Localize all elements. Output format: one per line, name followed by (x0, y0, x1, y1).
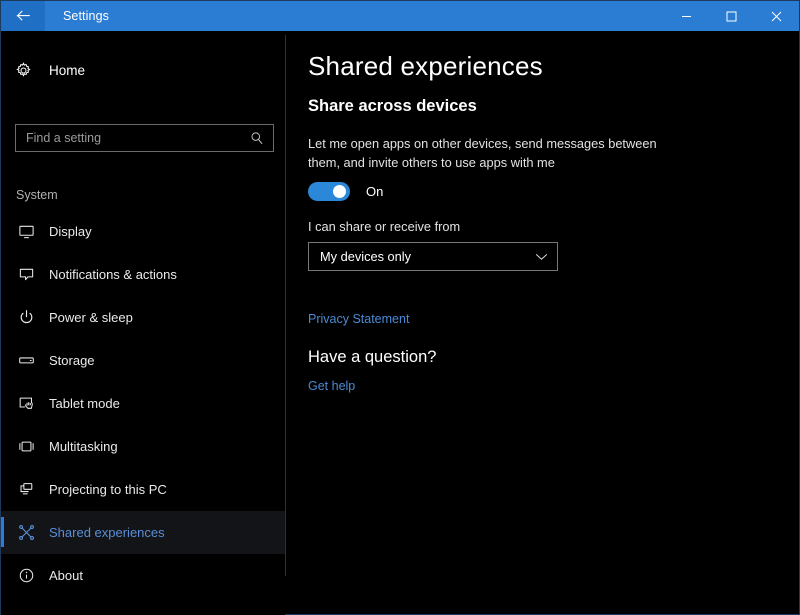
minimize-button[interactable] (664, 1, 709, 31)
sidebar-item-about[interactable]: About (1, 554, 285, 597)
sidebar-item-label: Multitasking (49, 439, 118, 454)
get-help-link[interactable]: Get help (308, 379, 355, 393)
share-across-devices-toggle[interactable] (308, 182, 350, 201)
toggle-knob (333, 185, 346, 198)
maximize-button[interactable] (709, 1, 754, 31)
share-source-label: I can share or receive from (308, 219, 460, 234)
page-title: Shared experiences (308, 51, 543, 82)
dropdown-selected-value: My devices only (320, 249, 411, 264)
sidebar-item-label: Power & sleep (49, 310, 133, 325)
sidebar-nav: Display Notifications & actions (1, 210, 285, 597)
maximize-icon (726, 11, 737, 22)
sidebar-item-label: About (49, 568, 83, 583)
sidebar-item-shared-experiences[interactable]: Shared experiences (1, 511, 285, 554)
sidebar-item-label: Projecting to this PC (49, 482, 167, 497)
title-bar: Settings (1, 1, 799, 31)
titlebar-spacer (109, 1, 664, 31)
search-input[interactable] (16, 131, 250, 145)
back-button[interactable] (1, 1, 45, 31)
speech-bubble-icon (15, 264, 37, 286)
sidebar-item-tablet-mode[interactable]: Tablet mode (1, 382, 285, 425)
window-title: Settings (45, 1, 109, 31)
window-controls (664, 1, 799, 31)
minimize-icon (681, 11, 692, 22)
search-icon (250, 131, 273, 145)
sidebar-item-label: Storage (49, 353, 95, 368)
have-a-question-heading: Have a question? (308, 348, 436, 367)
monitor-icon (15, 221, 37, 243)
close-button[interactable] (754, 1, 799, 31)
sidebar: Home System (1, 31, 285, 615)
chevron-down-icon (535, 248, 548, 266)
drive-icon (15, 350, 37, 372)
sidebar-home-label: Home (49, 63, 85, 78)
sidebar-item-notifications-actions[interactable]: Notifications & actions (1, 253, 285, 296)
main-content: Shared experiences Share across devices … (286, 31, 799, 615)
settings-window: Settings (0, 0, 800, 615)
tablet-hand-icon (15, 393, 37, 415)
close-icon (771, 11, 782, 22)
privacy-statement-link[interactable]: Privacy Statement (308, 312, 409, 326)
multitasking-icon (15, 436, 37, 458)
sidebar-item-power-sleep[interactable]: Power & sleep (1, 296, 285, 339)
sidebar-item-display[interactable]: Display (1, 210, 285, 253)
sidebar-item-home[interactable]: Home (1, 53, 285, 87)
search-box[interactable] (15, 124, 274, 152)
sidebar-item-projecting-to-this-pc[interactable]: Projecting to this PC (1, 468, 285, 511)
sidebar-item-label: Shared experiences (49, 525, 165, 540)
share-nodes-icon (15, 522, 37, 544)
back-arrow-icon (16, 9, 31, 23)
sidebar-item-label: Display (49, 224, 92, 239)
info-circle-icon (15, 565, 37, 587)
sidebar-item-label: Notifications & actions (49, 267, 177, 282)
power-icon (15, 307, 37, 329)
section-heading: Share across devices (308, 97, 477, 116)
sidebar-item-label: Tablet mode (49, 396, 120, 411)
toggle-state-label: On (366, 184, 383, 199)
gear-icon (15, 62, 37, 79)
sidebar-item-storage[interactable]: Storage (1, 339, 285, 382)
sidebar-section-label: System (16, 188, 58, 202)
projecting-icon (15, 479, 37, 501)
sidebar-item-multitasking[interactable]: Multitasking (1, 425, 285, 468)
section-description: Let me open apps on other devices, send … (308, 135, 680, 172)
share-source-dropdown[interactable]: My devices only (308, 242, 558, 271)
share-toggle-row: On (308, 179, 383, 203)
